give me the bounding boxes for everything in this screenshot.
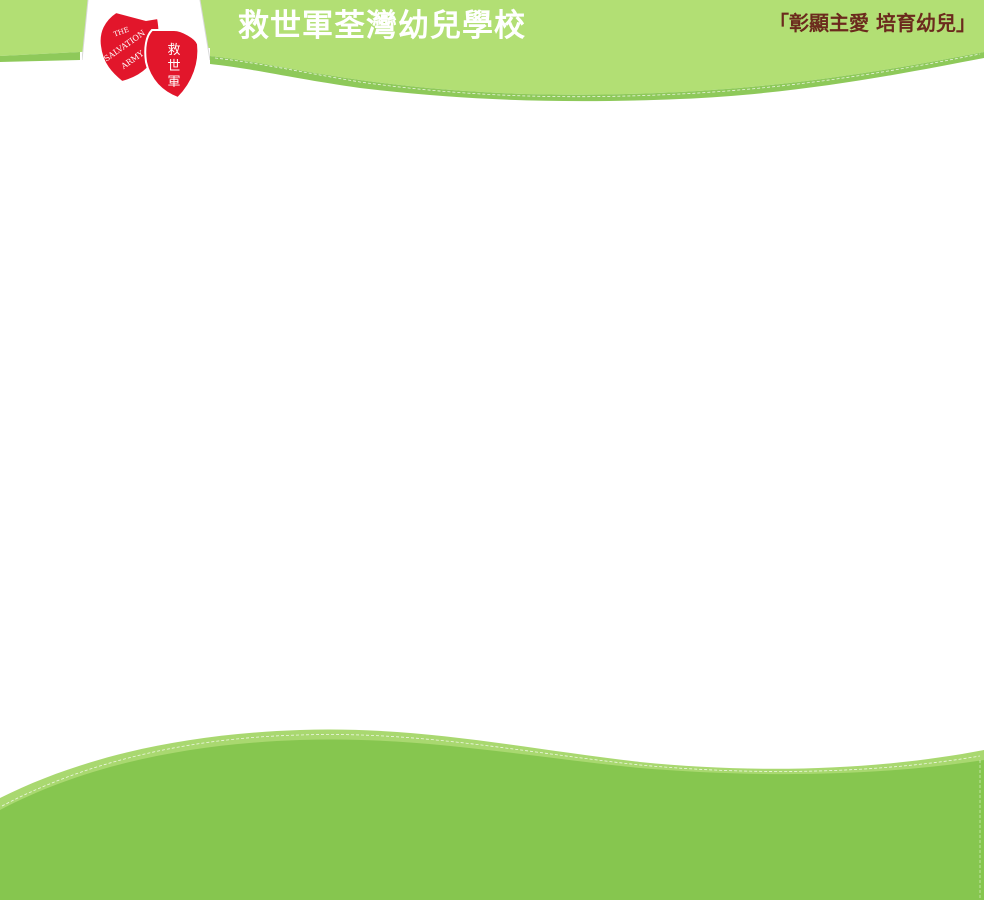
school-motto: 「彰顯主愛 培育幼兒」 [769, 11, 976, 35]
svg-text:救: 救 [167, 42, 180, 58]
svg-text:世: 世 [167, 59, 180, 74]
school-name-title: 救世軍荃灣幼兒學校 [238, 8, 526, 44]
salvation-army-logo: THE SALVATION ARMY 救 世 軍 [82, 0, 210, 104]
footer-wave-background [0, 729, 984, 900]
main-content-area [0, 110, 984, 720]
page: THE SALVATION ARMY 救 世 軍 救世軍荃灣幼兒學校 「彰顯主愛… [0, 0, 984, 900]
svg-text:軍: 軍 [167, 75, 180, 90]
